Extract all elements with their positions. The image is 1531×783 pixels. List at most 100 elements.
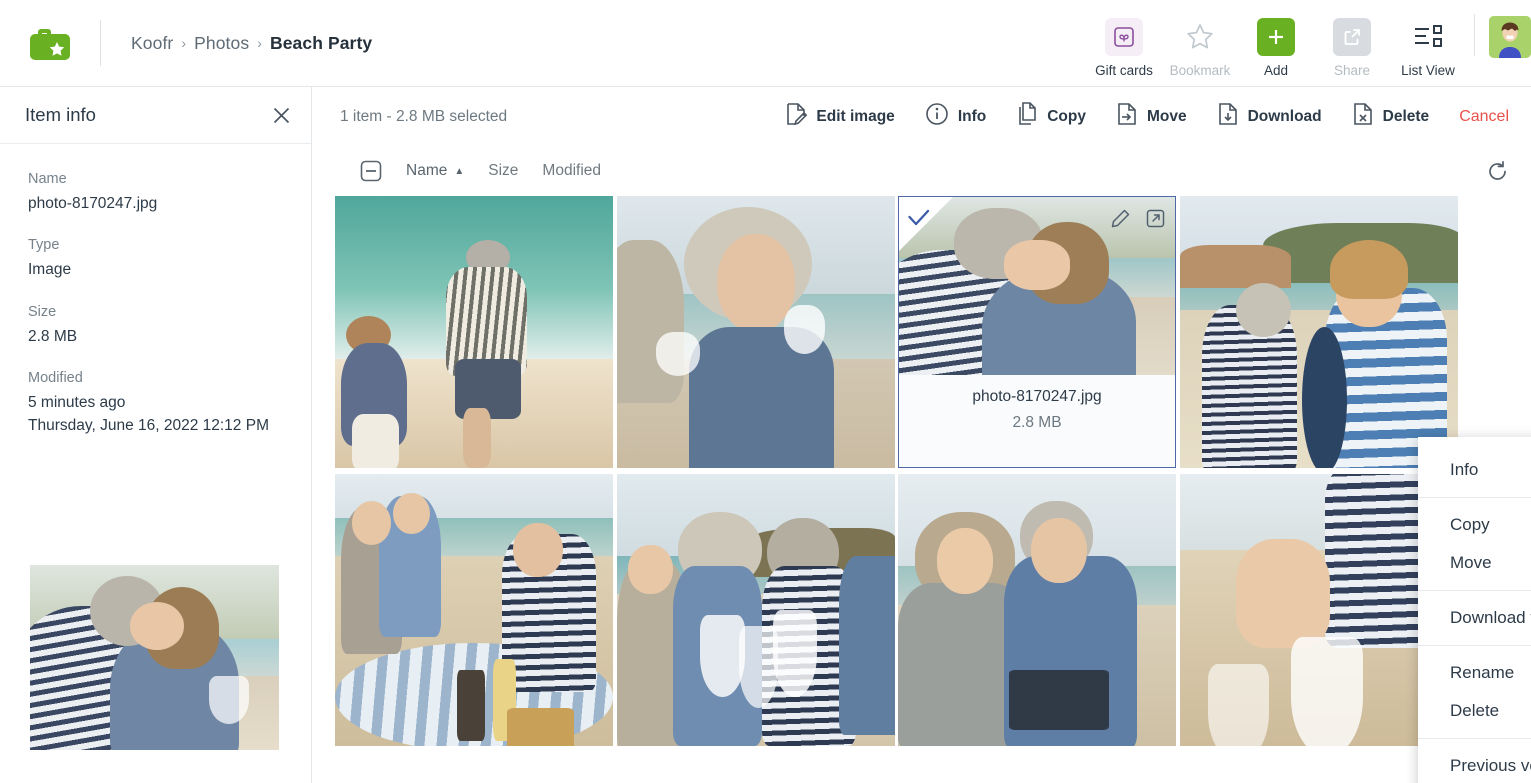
grid-tile-4[interactable]	[1180, 196, 1458, 468]
photo-thumbnail	[898, 474, 1176, 746]
koofr-briefcase-star-logo	[30, 29, 70, 60]
copy-button[interactable]: Copy	[1016, 102, 1086, 131]
context-menu-item-delete[interactable]: Delete	[1418, 692, 1531, 730]
context-menu-item-copy[interactable]: Copy	[1418, 506, 1531, 544]
header-toolbar: Gift cards Bookmark Add Share List View	[1086, 0, 1531, 87]
check-icon	[908, 209, 930, 232]
context-menu-item-download-file[interactable]: Download file	[1418, 599, 1531, 637]
header-divider	[100, 20, 101, 66]
grid-tile-6[interactable]	[617, 474, 895, 746]
user-avatar-icon	[1489, 15, 1531, 58]
tile-hover-actions	[1111, 209, 1165, 228]
breadcrumb-item-current: Beach Party	[269, 32, 373, 53]
grid-tile-1[interactable]	[335, 196, 613, 468]
context-menu-group-1: Info	[1418, 443, 1531, 498]
move-icon	[1116, 102, 1138, 131]
sort-column-size[interactable]: Size	[488, 162, 518, 180]
avatar[interactable]	[1489, 15, 1531, 58]
app-header: Koofr › Photos › Beach Party Gift cards …	[0, 0, 1531, 87]
move-label: Move	[1146, 107, 1187, 125]
context-menu-item-rename[interactable]: Rename	[1418, 654, 1531, 692]
context-menu-group-4: Rename Delete	[1418, 646, 1531, 739]
context-menu: Info Copy Move Download file Rename Dele…	[1418, 437, 1531, 783]
selection-summary: 1 item - 2.8 MB selected	[340, 107, 508, 125]
toolbar-divider	[1474, 13, 1475, 56]
breadcrumb-item-koofr[interactable]: Koofr	[131, 33, 173, 54]
list-view-label: List View	[1401, 62, 1455, 78]
delete-icon	[1352, 102, 1374, 131]
download-label: Download	[1247, 107, 1322, 125]
grid-tile-3-selected[interactable]: photo-8170247.jpg 2.8 MB	[898, 196, 1176, 468]
image-preview-thumbnail[interactable]	[30, 565, 279, 750]
photo-thumbnail	[1180, 196, 1458, 468]
breadcrumb-separator: ›	[181, 35, 187, 51]
sort-column-name[interactable]: Name ▲	[406, 162, 464, 180]
list-view-button[interactable]: List View	[1390, 18, 1466, 78]
info-field-name: Name photo-8170247.jpg	[28, 171, 286, 215]
context-menu-item-previous-versions[interactable]: Previous versions	[1418, 747, 1531, 783]
close-icon[interactable]	[272, 106, 291, 125]
grid-tile-5[interactable]	[335, 474, 613, 746]
external-link-icon[interactable]	[1146, 209, 1165, 228]
cancel-label: Cancel	[1459, 107, 1509, 125]
info-circle-icon	[925, 102, 949, 131]
info-value-relative: 5 minutes ago	[28, 394, 126, 412]
gift-cards-button[interactable]: Gift cards	[1086, 17, 1162, 78]
move-button[interactable]: Move	[1116, 102, 1187, 131]
info-field-size: Size 2.8 MB	[28, 304, 286, 348]
grid-tile-2[interactable]	[617, 196, 895, 468]
download-button[interactable]: Download	[1217, 102, 1322, 131]
delete-button[interactable]: Delete	[1352, 102, 1429, 131]
download-icon	[1217, 102, 1239, 131]
refresh-icon[interactable]	[1486, 160, 1509, 183]
star-icon	[1185, 18, 1215, 56]
sort-column-modified-label: Modified	[542, 162, 602, 179]
pencil-icon[interactable]	[1111, 209, 1130, 228]
photo-thumbnail	[335, 474, 613, 746]
tile-filename: photo-8170247.jpg	[972, 388, 1102, 405]
add-label: Add	[1263, 62, 1289, 78]
add-button[interactable]: Add	[1238, 17, 1314, 78]
info-label: Name	[28, 171, 67, 187]
photo-grid: photo-8170247.jpg 2.8 MB	[335, 196, 1531, 783]
context-menu-item-info[interactable]: Info	[1418, 451, 1531, 489]
context-menu-group-5: Previous versions	[1418, 739, 1531, 783]
share-label: Share	[1333, 62, 1371, 78]
plus-icon	[1257, 17, 1295, 56]
photo-thumbnail	[617, 474, 895, 746]
grid-tile-7[interactable]	[898, 474, 1176, 746]
info-value-absolute: Thursday, June 16, 2022 12:12 PM	[28, 416, 269, 434]
edit-image-button[interactable]: Edit image	[785, 102, 895, 131]
info-field-modified: Modified 5 minutes ago Thursday, June 16…	[28, 370, 286, 437]
photo-thumbnail	[1180, 474, 1458, 746]
edit-image-label: Edit image	[816, 107, 895, 125]
info-label: Type	[28, 237, 60, 254]
sort-column-name-label: Name	[406, 162, 448, 179]
breadcrumb-item-photos[interactable]: Photos	[194, 33, 249, 54]
sort-ascending-arrow-icon: ▲	[454, 165, 465, 177]
item-info-sidebar: Item info Name photo-8170247.jpg Type Im…	[0, 87, 312, 783]
context-menu-item-move[interactable]: Move	[1418, 544, 1531, 582]
tile-filesize: 2.8 MB	[1012, 414, 1062, 431]
grid-tile-8[interactable]	[1180, 474, 1458, 746]
share-button[interactable]: Share	[1314, 17, 1390, 78]
bookmark-button[interactable]: Bookmark	[1162, 18, 1238, 78]
info-value: photo-8170247.jpg	[28, 195, 158, 212]
selection-action-bar: 1 item - 2.8 MB selected Edit image Info…	[313, 87, 1531, 146]
main-content: 1 item - 2.8 MB selected Edit image Info…	[313, 87, 1531, 783]
info-field-type: Type Image	[28, 237, 286, 281]
info-label: Size	[28, 303, 57, 320]
koofr-file-browser: Koofr › Photos › Beach Party Gift cards …	[0, 0, 1531, 783]
breadcrumb: Koofr › Photos › Beach Party	[131, 33, 372, 54]
logo-container[interactable]	[0, 22, 100, 64]
share-external-icon	[1333, 17, 1371, 56]
copy-icon	[1016, 102, 1038, 131]
edit-image-icon	[785, 102, 808, 131]
info-button[interactable]: Info	[925, 102, 986, 131]
sort-column-modified[interactable]: Modified	[542, 162, 601, 180]
cancel-button[interactable]: Cancel	[1459, 108, 1509, 126]
sort-column-size-label: Size	[488, 162, 519, 179]
info-value: Image	[28, 261, 72, 279]
indeterminate-checkbox-icon[interactable]	[360, 160, 382, 182]
context-menu-group-3: Download file	[1418, 591, 1531, 646]
